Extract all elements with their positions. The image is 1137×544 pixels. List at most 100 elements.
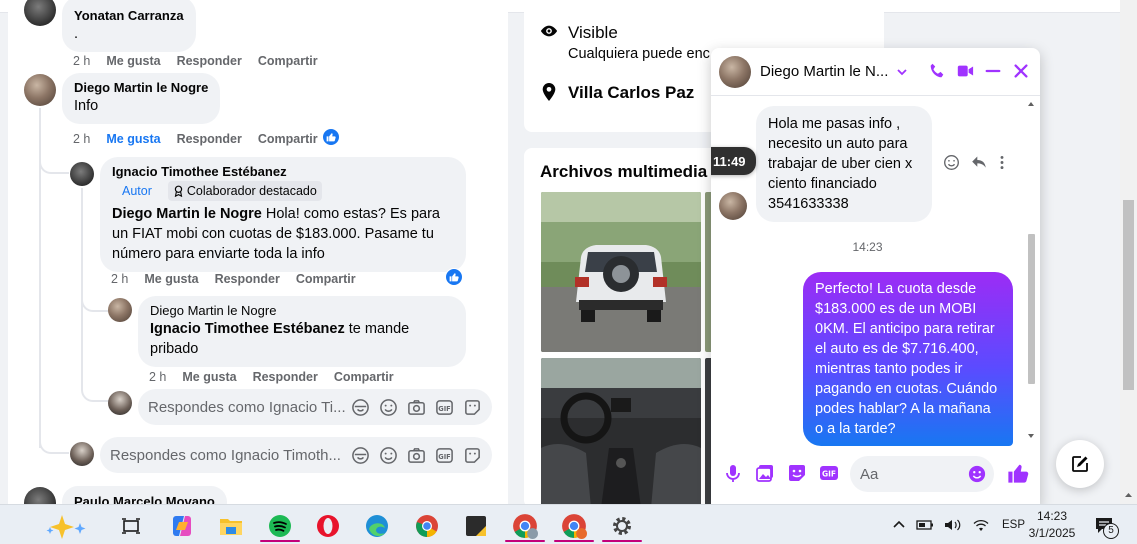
video-call-icon[interactable] (956, 62, 974, 80)
chevron-up-icon[interactable] (892, 518, 906, 532)
messenger-chat-window: Diego Martin le N... Hola me pasas info … (711, 48, 1040, 506)
suv-rear-photo (541, 192, 701, 352)
thumbs-up-icon[interactable] (1007, 462, 1029, 484)
gif-icon[interactable]: GIF (435, 398, 454, 417)
copilot-sparkle-icon[interactable] (38, 509, 98, 543)
media-photo[interactable] (541, 358, 701, 508)
react-emoji-icon[interactable] (943, 154, 960, 171)
more-options-icon[interactable] (998, 154, 1006, 171)
comment-time[interactable]: 2 h (73, 54, 90, 68)
phone-call-icon[interactable] (928, 62, 946, 80)
notifications-button[interactable]: 5 (1094, 505, 1119, 544)
wifi-icon[interactable] (972, 518, 990, 532)
reply-input[interactable]: Respondes como Ignacio Ti... GIF (138, 389, 492, 425)
reply-input[interactable]: Respondes como Ignacio Timoth... GIF (100, 437, 492, 473)
comment-author[interactable]: Ignacio Timothee Estébanez (112, 164, 454, 180)
avatar[interactable] (24, 0, 56, 26)
contact-avatar-small[interactable] (719, 192, 747, 220)
chevron-down-icon[interactable] (896, 66, 908, 78)
reply-arrow-icon[interactable] (970, 154, 988, 171)
clock[interactable]: 14:23 3/1/2025 (1024, 508, 1080, 542)
chat-scrollbar[interactable] (1026, 100, 1036, 442)
incoming-message[interactable]: Hola me pasas info , necesito un auto pa… (756, 106, 932, 222)
comment-author[interactable]: Yonatan Carranza (74, 8, 184, 24)
close-icon[interactable] (1012, 62, 1030, 80)
emoji-icon[interactable] (379, 398, 398, 417)
reply-link[interactable]: Responder (177, 132, 242, 146)
task-view-icon[interactable] (111, 509, 151, 543)
sticky-notes-icon[interactable] (456, 509, 496, 543)
comment-author[interactable]: Diego Martin le Nogre (74, 80, 208, 96)
chrome-icon[interactable] (407, 509, 447, 543)
edge-icon[interactable] (357, 509, 397, 543)
reply-tools: GIF (351, 398, 482, 417)
reply-placeholder: Respondes como Ignacio Ti... (148, 398, 346, 416)
comment-author[interactable]: Paulo Marcelo Movano (74, 494, 215, 504)
reply-link[interactable]: Responder (177, 54, 242, 68)
message-input[interactable]: Aa (850, 456, 994, 492)
sticker-icon[interactable] (463, 398, 482, 417)
avatar-sticker-icon[interactable] (351, 446, 370, 465)
new-message-button[interactable] (1056, 440, 1104, 488)
language-indicator[interactable]: ESP (1002, 519, 1025, 531)
reply-link[interactable]: Responder (253, 370, 318, 384)
comment-bubble: Diego Martin le Nogre Info (62, 73, 221, 124)
like-reaction-icon[interactable] (445, 268, 463, 286)
avatar[interactable] (24, 74, 56, 106)
top-contributor-badge[interactable]: Colaborador destacado (167, 181, 322, 201)
share-link[interactable]: Compartir (258, 54, 318, 68)
copilot-app-icon[interactable] (162, 509, 202, 543)
share-link[interactable]: Compartir (258, 132, 318, 146)
opera-icon[interactable] (308, 509, 348, 543)
comment-time[interactable]: 2 h (73, 132, 90, 146)
mention-link[interactable]: Ignacio Timothee Estébanez (150, 321, 345, 337)
thread-connector (81, 380, 109, 402)
minimize-icon[interactable] (984, 62, 1002, 80)
chrome-profile-icon[interactable] (554, 509, 594, 543)
active-indicator (602, 540, 642, 542)
share-link[interactable]: Compartir (296, 272, 356, 286)
avatar[interactable] (24, 487, 56, 504)
avatar[interactable] (108, 298, 132, 322)
reply-link[interactable]: Responder (215, 272, 280, 286)
avatar[interactable] (70, 162, 94, 186)
gallery-icon[interactable] (755, 463, 775, 483)
svg-text:GIF: GIF (438, 452, 450, 460)
comment-time[interactable]: 2 h (111, 272, 128, 286)
sticker-icon[interactable] (463, 446, 482, 465)
gif-icon[interactable]: GIF (435, 446, 454, 465)
my-avatar[interactable] (108, 391, 132, 415)
page-scrollbar[interactable] (1120, 0, 1137, 504)
battery-icon[interactable] (916, 518, 934, 532)
file-explorer-icon[interactable] (211, 509, 251, 543)
like-reaction-icon[interactable] (322, 128, 340, 146)
visibility-title: Visible (568, 23, 618, 42)
emoji-icon[interactable] (968, 465, 986, 483)
comment-time[interactable]: 2 h (149, 370, 166, 384)
chrome-profile-icon[interactable] (505, 509, 545, 543)
camera-icon[interactable] (407, 398, 426, 417)
spotify-icon[interactable] (260, 509, 300, 543)
location-name[interactable]: Villa Carlos Paz (568, 82, 694, 104)
emoji-icon[interactable] (379, 446, 398, 465)
like-link[interactable]: Me gusta (182, 370, 236, 384)
avatar-sticker-icon[interactable] (351, 398, 370, 417)
contact-name[interactable]: Diego Martin le N... (760, 63, 888, 80)
outgoing-message[interactable]: Perfecto! La cuota desde $183.000 es de … (803, 272, 1013, 446)
like-link[interactable]: Me gusta (144, 272, 198, 286)
mention-link[interactable]: Diego Martin le Nogre (112, 206, 262, 222)
camera-icon[interactable] (407, 446, 426, 465)
my-avatar[interactable] (70, 442, 94, 466)
microphone-icon[interactable] (723, 463, 743, 483)
system-tray: ESP (892, 505, 1025, 544)
contact-avatar[interactable] (719, 55, 751, 88)
like-link[interactable]: Me gusta (106, 54, 160, 68)
comment-author[interactable]: Diego Martin le Nogre (150, 303, 454, 319)
like-link[interactable]: Me gusta (106, 132, 160, 146)
media-photo[interactable] (541, 192, 701, 352)
settings-gear-icon[interactable] (602, 509, 642, 543)
volume-icon[interactable] (944, 518, 962, 532)
sticker-icon[interactable] (787, 463, 807, 483)
gif-icon[interactable]: GIF (819, 463, 839, 483)
share-link[interactable]: Compartir (334, 370, 394, 384)
